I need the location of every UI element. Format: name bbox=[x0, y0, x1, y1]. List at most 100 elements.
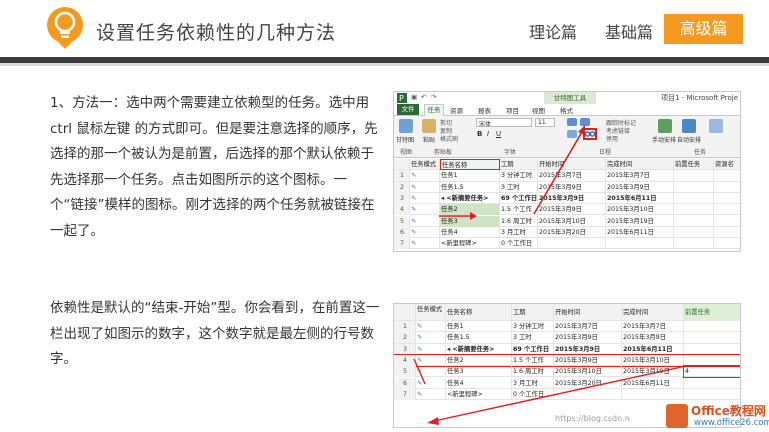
row-number[interactable]: 2 bbox=[394, 181, 410, 193]
task-mode-cell[interactable]: ✎ bbox=[416, 332, 446, 344]
task-name-cell[interactable]: 任务4 bbox=[446, 377, 512, 389]
row-number[interactable]: 5 bbox=[394, 215, 410, 227]
start-cell[interactable]: 2015年3月9日 bbox=[538, 192, 606, 204]
finish-cell[interactable]: 2015年3月7日 bbox=[622, 321, 684, 332]
inactivate-label[interactable]: 停用 bbox=[606, 134, 618, 143]
resource-cell[interactable] bbox=[714, 193, 740, 204]
finish-cell[interactable] bbox=[606, 238, 674, 250]
finish-cell[interactable]: 2015年3月10日 bbox=[606, 204, 674, 216]
table-row[interactable]: 5 ✎ 任务3 1.6 周工时 2015年3月10日 2015年3月19日 4 bbox=[394, 365, 740, 379]
start-cell[interactable] bbox=[538, 238, 606, 250]
tab-theory[interactable]: 理论篇 bbox=[529, 19, 577, 43]
tab-view[interactable]: 视图 bbox=[532, 105, 545, 115]
tab-resource[interactable]: 资源 bbox=[450, 105, 463, 115]
resource-cell[interactable] bbox=[714, 216, 740, 227]
auto-schedule-icon[interactable] bbox=[682, 119, 696, 133]
tab-report[interactable]: 报表 bbox=[478, 105, 491, 115]
predecessor-cell[interactable] bbox=[674, 181, 714, 193]
task-mode-cell[interactable]: ✎ bbox=[416, 377, 446, 389]
task-name-cell[interactable]: ◂ <新摘要任务> bbox=[446, 343, 512, 355]
duration-cell[interactable]: 0 个工作日 bbox=[512, 388, 554, 400]
finish-cell[interactable]: 2015年3月9日 bbox=[622, 332, 684, 344]
finish-cell[interactable]: 2015年3月9日 bbox=[606, 181, 674, 193]
row-number[interactable]: 4 bbox=[394, 204, 410, 216]
task-mode-cell[interactable]: ✎ bbox=[410, 238, 440, 250]
predecessor-cell[interactable] bbox=[674, 238, 714, 250]
task-name-cell[interactable]: 任务2 bbox=[446, 354, 512, 366]
task-name-cell[interactable]: 任务1.5 bbox=[446, 332, 512, 344]
tab-task[interactable]: 任务 bbox=[424, 104, 444, 116]
duration-cell[interactable]: 3 月工时 bbox=[512, 377, 554, 389]
predecessor-cell[interactable]: 4 bbox=[683, 365, 740, 379]
row-number[interactable]: 4 bbox=[394, 354, 416, 366]
predecessor-cell[interactable] bbox=[684, 389, 740, 400]
task-mode-cell[interactable]: ✎ bbox=[416, 366, 446, 378]
link-tasks-icon[interactable] bbox=[585, 130, 595, 138]
start-cell[interactable]: 2015年3月20日 bbox=[554, 377, 622, 389]
table-row[interactable]: 7 ✎ <新里程碑> 0 个工作日 bbox=[394, 388, 740, 401]
duration-cell[interactable]: 1.5 个工作 bbox=[512, 354, 554, 366]
finish-cell[interactable]: 2015年6月11日 bbox=[622, 343, 684, 355]
task-mode-cell[interactable]: ✎ bbox=[410, 192, 440, 204]
duration-cell[interactable]: 69 个工作日 bbox=[512, 343, 554, 355]
font-name-select[interactable]: 宋体 bbox=[476, 118, 532, 128]
table-row[interactable]: 4 ✎ 任务2 1.5 个工作 2015年3月9日 2015年3月10日 bbox=[394, 353, 740, 368]
row-number[interactable]: 5 bbox=[394, 366, 416, 378]
predecessor-cell[interactable] bbox=[674, 192, 714, 204]
column-start[interactable]: 开始时间 bbox=[538, 159, 606, 170]
task-mode-cell[interactable]: ✎ bbox=[416, 388, 446, 400]
column-finish[interactable]: 完成时间 bbox=[622, 304, 684, 321]
finish-cell[interactable]: 2015年3月19日 bbox=[622, 366, 684, 378]
resource-cell[interactable] bbox=[714, 182, 740, 193]
finish-cell[interactable]: 2015年3月19日 bbox=[606, 215, 674, 227]
predecessor-cell[interactable] bbox=[674, 226, 714, 238]
start-cell[interactable]: 2015年3月7日 bbox=[554, 321, 622, 332]
finish-cell[interactable]: 2015年6月11日 bbox=[606, 226, 674, 238]
predecessor-cell[interactable] bbox=[674, 204, 714, 216]
table-row[interactable]: 6 ✎ 任务4 3 月工时 2015年3月20日 2015年6月11日 bbox=[394, 377, 740, 389]
duration-cell[interactable]: 3 工时 bbox=[512, 332, 554, 344]
table-row[interactable]: 3 ✎ ◂ <新摘要任务> 69 个工作日 2015年3月9日 2015年6月11日 bbox=[394, 343, 740, 355]
table-row[interactable]: 3 ✎ ◂ <新摘要任务> 69 个工作日 2015年3月9日 2015年6月11日 bbox=[394, 192, 740, 205]
percent-complete-icon[interactable] bbox=[580, 118, 590, 126]
task-mode-cell[interactable]: ✎ bbox=[416, 321, 446, 332]
table-row[interactable]: 2 ✎ 任务1.5 3 工时 2015年3月9日 2015年3月9日 bbox=[394, 332, 740, 344]
row-number[interactable]: 7 bbox=[394, 388, 416, 400]
duration-cell[interactable]: 1.6 周工时 bbox=[512, 366, 554, 378]
percent-complete-icon[interactable] bbox=[567, 118, 577, 126]
row-number[interactable]: 3 bbox=[394, 192, 410, 204]
bold-icon[interactable]: B bbox=[477, 130, 482, 138]
start-cell[interactable]: 2015年3月9日 bbox=[538, 204, 606, 216]
task-name-cell[interactable]: <新里程碑> bbox=[446, 388, 512, 400]
table-row[interactable]: 1 ✎ 任务1 3 分钟工时 2015年3月7日 2015年3月7日 bbox=[394, 321, 740, 333]
finish-cell[interactable]: 2015年6月11日 bbox=[622, 377, 684, 389]
italic-icon[interactable]: I bbox=[487, 130, 489, 138]
tab-basic[interactable]: 基础篇 bbox=[605, 19, 653, 43]
gantt-chart-icon[interactable] bbox=[399, 119, 413, 133]
predecessor-cell[interactable] bbox=[684, 355, 740, 366]
resource-cell[interactable] bbox=[714, 238, 740, 249]
font-size-select[interactable]: 11 bbox=[535, 118, 555, 127]
column-duration[interactable]: 工期 bbox=[512, 304, 554, 321]
start-cell[interactable]: 2015年3月9日 bbox=[554, 332, 622, 344]
task-mode-cell[interactable]: ✎ bbox=[416, 354, 446, 366]
link-tasks-icon-highlight[interactable] bbox=[583, 128, 597, 140]
duration-cell[interactable]: 69 个工作日 bbox=[500, 192, 538, 204]
column-predecessors[interactable]: 前置任务 bbox=[684, 304, 740, 321]
task-name-cell[interactable]: 任务1.5 bbox=[440, 181, 500, 193]
tab-file[interactable]: 文件 bbox=[397, 104, 419, 115]
table-row[interactable]: 1 ✎ 任务1 3 分钟工时 2015年3月7日 2015年3月7日 bbox=[394, 170, 740, 182]
underline-icon[interactable]: U bbox=[496, 130, 501, 138]
finish-cell[interactable]: 2015年3月10日 bbox=[622, 354, 684, 366]
predecessor-cell[interactable] bbox=[674, 215, 714, 227]
resource-cell[interactable] bbox=[714, 227, 740, 238]
start-cell[interactable]: 2015年3月20日 bbox=[538, 226, 606, 238]
task-name-cell[interactable]: 任务1 bbox=[440, 170, 500, 182]
resource-cell[interactable] bbox=[714, 170, 740, 181]
task-name-cell[interactable]: 任务3 bbox=[446, 366, 512, 378]
column-duration[interactable]: 工期 bbox=[500, 159, 538, 170]
undo-icon[interactable]: ↶ bbox=[421, 93, 426, 101]
column-task-name[interactable]: 任务名称 bbox=[440, 159, 500, 170]
start-cell[interactable] bbox=[554, 388, 622, 400]
task-name-cell[interactable]: 任务3 bbox=[440, 215, 500, 227]
